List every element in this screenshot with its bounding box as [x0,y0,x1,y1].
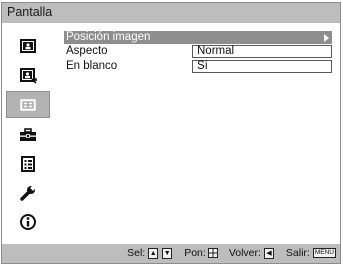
menu-item-label: Posición imagen [66,31,151,43]
volver-label: Volver: [228,247,261,259]
menu-item-aspecto[interactable]: Aspecto Normal [64,45,332,58]
picture-icon [20,38,36,53]
menu-panel: Posición imagen Aspecto Normal En blanco… [55,24,338,243]
title-bar: Pantalla [2,3,340,23]
sidebar-item-picture[interactable] [2,32,54,59]
menu-item-en-blanco[interactable]: En blanco Sí [64,60,332,73]
menu-item-label: En blanco [66,60,118,72]
help-bar: Sel: ▲ ▼ Pon: Volver: ◀ Salir: MENU [2,244,340,263]
arrow-down-key-icon: ▼ [162,247,173,259]
sidebar-item-setup[interactable] [2,121,54,148]
enter-key-icon [207,248,218,258]
screen-icon [20,98,36,111]
sidebar-item-information[interactable] [2,208,54,235]
wrench-icon [20,184,36,201]
sidebar-item-installation[interactable] [2,179,54,206]
sidebar-item-screen[interactable] [6,91,50,118]
blank-value-field[interactable]: Sí [192,60,332,73]
menu-list-icon [21,155,35,172]
advanced-picture-icon [19,67,37,84]
menu-item-posicion-imagen[interactable]: Posición imagen [64,31,332,44]
arrow-left-key-icon: ◀ [263,247,274,259]
menu-key-icon: MENU [312,248,336,258]
setup-icon [20,127,36,141]
page-title: Pantalla [7,5,53,19]
osd-menu: Pantalla Posición imagen Aspecto Normal … [1,2,341,264]
chevron-right-icon [324,34,329,42]
pon-label: Pon: [184,247,206,259]
aspect-value-field[interactable]: Normal [192,45,332,58]
arrow-up-key-icon: ▲ [148,247,159,259]
menu-item-label: Aspecto [66,45,108,57]
salir-label: Salir: [285,247,310,259]
sidebar [2,24,54,243]
info-icon [20,213,36,230]
sidebar-item-advanced-picture[interactable] [2,62,54,89]
sidebar-item-menu-setup[interactable] [2,150,54,177]
sel-label: Sel: [127,247,146,259]
